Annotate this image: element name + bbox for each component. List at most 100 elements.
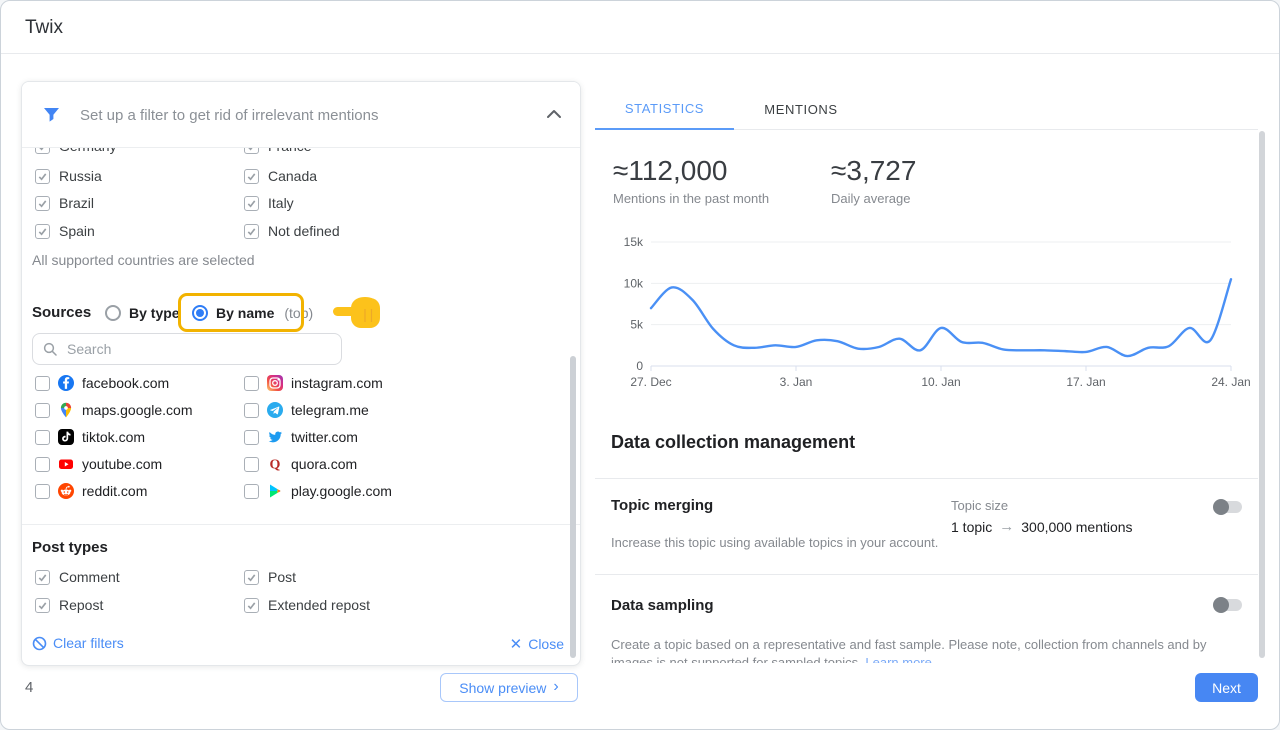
svg-text:Q: Q [270,458,281,473]
show-preview-button[interactable]: Show preview › [440,673,578,702]
tab-mentions-label: MENTIONS [764,102,837,117]
source-checkbox-reddit[interactable]: reddit.com [35,481,147,501]
divider [595,478,1258,479]
search-input[interactable] [65,340,331,358]
instagram-icon [267,375,283,391]
country-label: Canada [268,168,317,184]
learn-more-link[interactable]: Learn more [865,655,931,663]
svg-text:10k: 10k [624,276,644,290]
checkbox-empty-icon [35,403,50,418]
checkbox-checked-icon [35,224,50,239]
chevron-up-icon[interactable] [546,108,562,120]
source-checkbox-tiktok[interactable]: tiktok.com [35,427,145,447]
source-checkbox-youtube[interactable]: youtube.com [35,454,162,474]
topic-size-to: 300,000 mentions [1021,519,1132,535]
tab-mentions[interactable]: MENTIONS [734,89,868,130]
country-checkbox-spain[interactable]: Spain [35,221,95,241]
svg-text:5k: 5k [630,318,644,332]
checkbox-empty-icon [244,484,259,499]
stat-mentions-value: ≈112,000 [613,155,728,187]
search-icon [43,342,57,356]
clear-icon [32,636,47,651]
country-checkbox-not-defined[interactable]: Not defined [244,221,340,241]
checkbox-checked-icon [35,570,50,585]
filter-header[interactable]: Set up a filter to get rid of irrelevant… [22,82,580,148]
country-label: Not defined [268,223,340,239]
country-label: Spain [59,223,95,239]
app-window: Twix Set up a filter to get rid of irrel… [0,0,1280,730]
google-maps-icon [58,402,74,418]
tab-bar: STATISTICS MENTIONS [595,89,1258,130]
svg-text:17. Jan: 17. Jan [1066,375,1105,387]
radio-by-type[interactable]: By type [105,303,180,323]
filter-funnel-icon [43,107,60,123]
source-checkbox-twitter[interactable]: twitter.com [244,427,358,447]
page-title: Twix [25,17,63,39]
pointing-left-hand-icon [332,294,382,330]
quora-icon: Q [267,456,283,472]
source-checkbox-maps-google[interactable]: maps.google.com [35,400,193,420]
checkbox-checked-icon [244,169,259,184]
radio-by-name[interactable]: By name (top) [192,303,313,323]
country-checkbox-italy[interactable]: Italy [244,193,294,213]
data-sampling-description-line1: Create a topic based on a representative… [611,637,1206,652]
country-checkbox-russia[interactable]: Russia [35,166,102,186]
post-type-checkbox-comment[interactable]: Comment [35,567,120,587]
checkbox-empty-icon [35,484,50,499]
data-sampling-description-line2: images is not supported for sampled topi… [611,655,932,663]
country-label: Italy [268,195,294,211]
mentions-chart: 05k10k15k27. Dec3. Jan10. Jan17. Jan24. … [595,225,1258,387]
arrow-right-icon: → [999,518,1014,535]
tab-statistics[interactable]: STATISTICS [595,89,734,130]
close-button[interactable]: ✕ Close [510,635,564,653]
svg-text:27. Dec: 27. Dec [630,375,671,387]
post-type-label: Comment [59,569,120,585]
right-panel-scrollbar[interactable] [1259,131,1265,658]
show-preview-label: Show preview [459,680,546,696]
data-collection-heading: Data collection management [611,432,855,453]
source-checkbox-play-google[interactable]: play.google.com [244,481,392,501]
post-type-checkbox-extended-repost[interactable]: Extended repost [244,595,370,615]
data-sampling-toggle[interactable] [1213,595,1243,615]
radio-on-icon [192,305,208,321]
svg-text:3. Jan: 3. Jan [780,375,813,387]
radio-by-name-label: By name [216,305,274,321]
post-type-checkbox-repost[interactable]: Repost [35,595,103,615]
checkbox-empty-icon [244,376,259,391]
stat-daily-value: ≈3,727 [831,155,916,187]
checkbox-empty-icon [35,376,50,391]
clear-filters-label: Clear filters [53,635,124,651]
country-checkbox-canada[interactable]: Canada [244,166,317,186]
telegram-icon [267,402,283,418]
post-type-label: Repost [59,597,103,613]
post-type-checkbox-post[interactable]: Post [244,567,296,587]
close-label: Close [528,636,564,652]
youtube-icon [58,456,74,472]
source-label: youtube.com [82,456,162,472]
data-sampling-description-text: images is not supported for sampled topi… [611,655,862,663]
checkbox-empty-icon [35,430,50,445]
stat-daily-label: Daily average [831,191,911,206]
source-label: twitter.com [291,429,358,445]
close-icon: ✕ [510,635,523,653]
source-label: telegram.me [291,402,369,418]
filter-panel: Set up a filter to get rid of irrelevant… [21,81,581,666]
filter-panel-scrollbar[interactable] [570,356,576,658]
facebook-icon [58,375,74,391]
country-checkbox-brazil[interactable]: Brazil [35,193,94,213]
source-label: facebook.com [82,375,169,391]
topic-merging-title: Topic merging [611,497,713,514]
divider [595,574,1258,575]
next-button[interactable]: Next [1195,673,1258,702]
checkbox-checked-icon [244,196,259,211]
clear-filters-button[interactable]: Clear filters [32,635,124,651]
source-checkbox-quora[interactable]: Q quora.com [244,454,357,474]
svg-text:15k: 15k [624,235,644,249]
source-checkbox-instagram[interactable]: instagram.com [244,373,383,393]
source-checkbox-facebook[interactable]: facebook.com [35,373,169,393]
checkbox-checked-icon [244,598,259,613]
checkbox-checked-icon [244,570,259,585]
topic-merging-toggle[interactable] [1213,497,1243,517]
source-checkbox-telegram[interactable]: telegram.me [244,400,369,420]
checkbox-empty-icon [244,403,259,418]
